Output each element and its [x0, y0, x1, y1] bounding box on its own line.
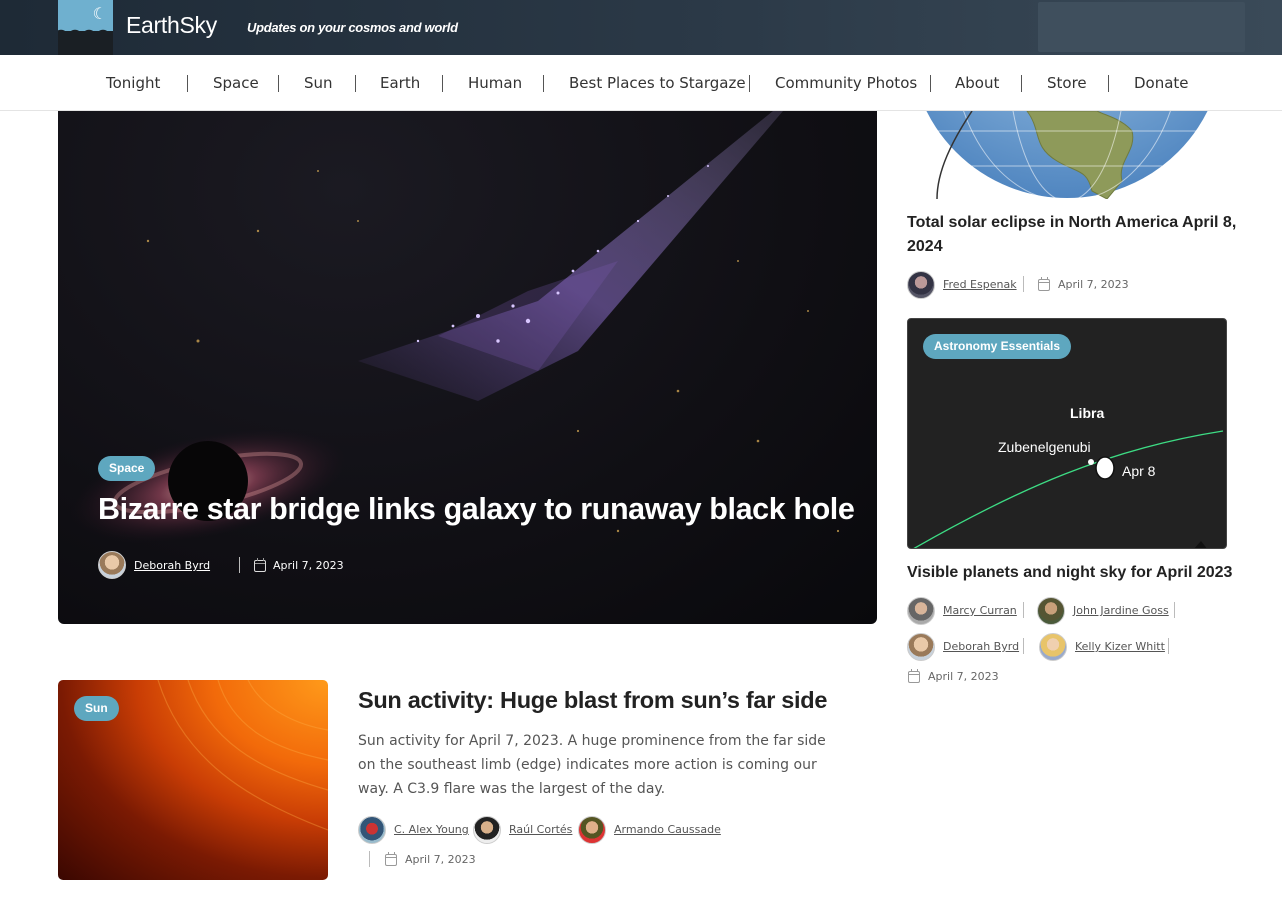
nav-space[interactable]: Space [213, 74, 259, 92]
calendar-icon [1038, 277, 1050, 291]
sun-article-image[interactable]: Sun [58, 680, 328, 880]
nav-human[interactable]: Human [468, 74, 522, 92]
avatar[interactable] [1039, 633, 1067, 661]
sun-article-title[interactable]: Sun activity: Huge blast from sun’s far … [358, 687, 827, 714]
author-link[interactable]: Deborah Byrd [943, 640, 1019, 653]
meta-divider [1174, 602, 1175, 618]
chart-label-apr-8: Apr 8 [1122, 463, 1156, 479]
chart-label-libra: Libra [1070, 405, 1105, 421]
nav-best-places-to-stargaze[interactable]: Best Places to Stargaze [569, 74, 746, 92]
nav-divider [930, 75, 931, 92]
nav-tonight[interactable]: Tonight [106, 74, 160, 92]
sun-category-badge[interactable]: Sun [74, 696, 119, 721]
nav-divider [355, 75, 356, 92]
avatar[interactable] [98, 551, 126, 579]
nav-community-photos[interactable]: Community Photos [775, 74, 917, 92]
calendar-icon [254, 558, 266, 572]
author-link[interactable]: Armando Caussade [614, 823, 721, 836]
nav-divider [749, 75, 750, 92]
avatar[interactable] [907, 633, 935, 661]
nav-about[interactable]: About [955, 74, 999, 92]
nav-earth[interactable]: Earth [380, 74, 420, 92]
sun-article-date: April 7, 2023 [405, 853, 476, 866]
planets-article-title[interactable]: Visible planets and night sky for April … [907, 561, 1237, 585]
author-link[interactable]: Fred Espenak [943, 278, 1017, 291]
nav-store[interactable]: Store [1047, 74, 1087, 92]
nav-divider [278, 75, 279, 92]
hero-category-badge[interactable]: Space [98, 456, 156, 481]
author-link[interactable]: C. Alex Young [394, 823, 469, 836]
nav-divider [543, 75, 544, 92]
avatar[interactable] [358, 816, 386, 844]
avatar[interactable] [907, 271, 935, 299]
calendar-icon [385, 852, 397, 866]
nav-donate[interactable]: Donate [1134, 74, 1189, 92]
nav-divider [187, 75, 188, 92]
nav-sun[interactable]: Sun [304, 74, 333, 92]
chart-label-zubenelgenubi: Zubenelgenubi [998, 439, 1091, 455]
calendar-icon [908, 669, 920, 683]
sun-article-excerpt: Sun activity for April 7, 2023. A huge p… [358, 733, 826, 797]
meta-divider [1023, 602, 1024, 618]
planets-category-badge[interactable]: Astronomy Essentials [923, 334, 1072, 359]
hero-black-hole-image[interactable] [58, 111, 877, 624]
nav-divider [442, 75, 443, 92]
eclipse-article-title[interactable]: Total solar eclipse in North America Apr… [907, 211, 1237, 259]
hero-headline[interactable]: Bizarre star bridge links galaxy to runa… [98, 492, 855, 527]
eclipse-map-image[interactable] [907, 111, 1227, 199]
meta-divider [239, 557, 240, 573]
site-header: ☾ EarthSky Updates on your cosmos and wo… [0, 0, 1282, 55]
hero-article-card[interactable]: Space Bizarre star bridge links galaxy t… [58, 111, 877, 624]
author-link[interactable]: Marcy Curran [943, 604, 1017, 617]
avatar[interactable] [473, 816, 501, 844]
nav-divider [1108, 75, 1109, 92]
author-link[interactable]: Raúl Cortés [509, 823, 572, 836]
site-tagline: Updates on your cosmos and world [247, 20, 458, 35]
main-nav: Tonight Space Sun Earth Human Best Place… [0, 55, 1282, 111]
night-sky-chart-image[interactable]: Astronomy Essentials Libra Zubenelgenubi… [907, 318, 1227, 549]
meta-divider [1168, 638, 1169, 654]
earthsky-logo-icon[interactable]: ☾ [58, 0, 113, 55]
avatar[interactable] [907, 597, 935, 625]
avatar[interactable] [1037, 597, 1065, 625]
nav-divider [1021, 75, 1022, 92]
meta-divider [1023, 638, 1024, 654]
hero-author-link[interactable]: Deborah Byrd [134, 559, 210, 572]
site-name[interactable]: EarthSky [126, 12, 217, 39]
eclipse-article-date: April 7, 2023 [1058, 278, 1129, 291]
meta-divider [1023, 276, 1024, 292]
author-link[interactable]: John Jardine Goss [1073, 604, 1169, 617]
hero-date: April 7, 2023 [273, 559, 344, 572]
moon-icon: ☾ [92, 4, 107, 23]
avatar[interactable] [578, 816, 606, 844]
planets-article-date: April 7, 2023 [928, 670, 999, 683]
meta-divider [369, 851, 370, 867]
header-ad-slot[interactable] [1038, 2, 1245, 52]
author-link[interactable]: Kelly Kizer Whitt [1075, 640, 1165, 653]
